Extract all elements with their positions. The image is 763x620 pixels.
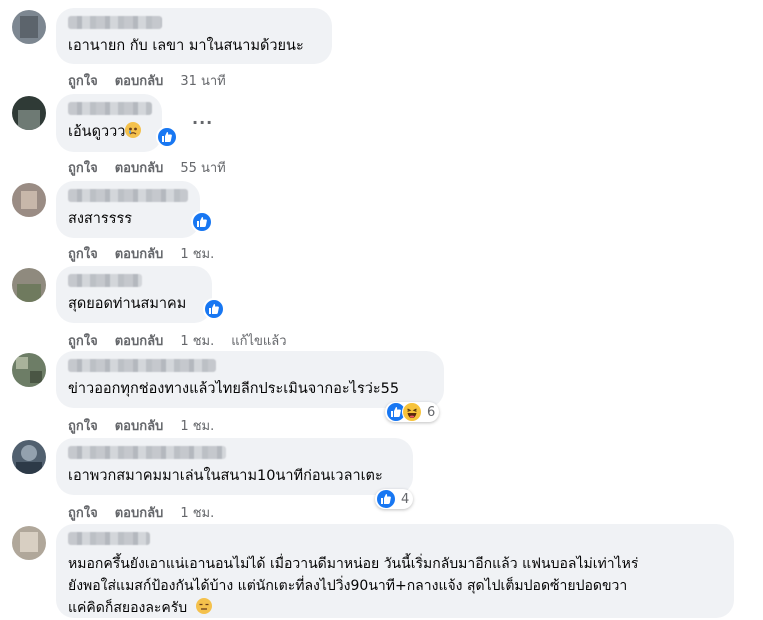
comment-actions: ถูกใจ ตอบกลับ 1 ชม. แก้ไขแล้ว xyxy=(68,330,287,351)
avatar[interactable] xyxy=(12,268,46,302)
comment-text: สงสารรรร xyxy=(68,211,133,227)
timestamp[interactable]: 1 ชม. xyxy=(180,330,214,351)
like-reaction-icon xyxy=(376,489,396,509)
comment-bubble: สุดยอดท่านสมาคม xyxy=(56,266,212,323)
comment-text: สุดยอดท่านสมาคม xyxy=(68,296,187,312)
avatar[interactable] xyxy=(12,183,46,217)
like-reaction-icon[interactable] xyxy=(203,298,225,320)
timestamp[interactable]: 1 ชม. xyxy=(180,502,214,523)
comment-line-2: ยังพอใส่แมสก์ป้องกันได้บ้าง แต่นักเตะที่… xyxy=(68,578,628,594)
more-options-button[interactable]: ··· xyxy=(192,113,213,132)
haha-reaction-icon xyxy=(402,402,422,422)
reply-button[interactable]: ตอบกลับ xyxy=(115,70,164,91)
comment-actions: ถูกใจ ตอบกลับ 1 ชม. xyxy=(68,243,214,264)
sad-face-icon xyxy=(125,122,142,138)
author-name[interactable] xyxy=(68,189,188,202)
reaction-summary[interactable]: 4 xyxy=(375,489,414,509)
comment-bubble: ข่าวออกทุกช่องทางแล้วไทยลีกประเมินจากอะไ… xyxy=(56,351,444,408)
comment-bubble: หมอกครึ้นยังเอาแน่เอานอนไม่ได้ เมื่อวานด… xyxy=(56,524,734,618)
like-button[interactable]: ถูกใจ xyxy=(68,330,98,351)
reply-button[interactable]: ตอบกลับ xyxy=(115,415,164,436)
author-name[interactable] xyxy=(68,446,226,459)
author-name[interactable] xyxy=(68,102,152,115)
edited-label: แก้ไขแล้ว xyxy=(231,334,287,349)
comment-bubble: เอาพวกสมาคมมาเล่นในสนาม10นาทีก่อนเวลาเตะ xyxy=(56,438,413,495)
like-button[interactable]: ถูกใจ xyxy=(68,415,98,436)
comment-line-1: หมอกครึ้นยังเอาแน่เอานอนไม่ได้ เมื่อวานด… xyxy=(68,556,639,572)
comment-actions: ถูกใจ ตอบกลับ 1 ชม. xyxy=(68,415,214,436)
like-button[interactable]: ถูกใจ xyxy=(68,502,98,523)
author-name[interactable] xyxy=(68,532,150,545)
reply-button[interactable]: ตอบกลับ xyxy=(115,502,164,523)
comment-actions: ถูกใจ ตอบกลับ 55 นาที xyxy=(68,157,226,178)
author-name[interactable] xyxy=(68,16,162,29)
reaction-count: 4 xyxy=(401,491,410,507)
like-reaction-icon[interactable] xyxy=(156,126,178,148)
expressionless-face-icon xyxy=(195,598,212,614)
comment-line-3: แค่คิดก็สยองละครับ xyxy=(68,598,722,618)
timestamp[interactable]: 1 ชม. xyxy=(180,243,214,264)
avatar[interactable] xyxy=(12,353,46,387)
like-button[interactable]: ถูกใจ xyxy=(68,70,98,91)
timestamp[interactable]: 1 ชม. xyxy=(180,415,214,436)
comment-line-3-text: แค่คิดก็สยองละครับ xyxy=(68,600,188,616)
like-button[interactable]: ถูกใจ xyxy=(68,157,98,178)
comment-text: ข่าวออกทุกช่องทางแล้วไทยลีกประเมินจากอะไ… xyxy=(68,381,400,397)
avatar[interactable] xyxy=(12,10,46,44)
comment-text: เอาพวกสมาคมมาเล่นในสนาม10นาทีก่อนเวลาเตะ xyxy=(68,468,383,484)
author-name[interactable] xyxy=(68,274,142,287)
avatar[interactable] xyxy=(12,526,46,560)
comment-text: เอานายก กับ เลขา มาในสนามด้วยนะ xyxy=(68,38,304,54)
avatar[interactable] xyxy=(12,440,46,474)
author-name[interactable] xyxy=(68,359,216,372)
reply-button[interactable]: ตอบกลับ xyxy=(115,157,164,178)
timestamp[interactable]: 55 นาที xyxy=(180,157,225,178)
reply-button[interactable]: ตอบกลับ xyxy=(115,330,164,351)
timestamp[interactable]: 31 นาที xyxy=(180,70,225,91)
comment-bubble: เอานายก กับ เลขา มาในสนามด้วยนะ xyxy=(56,8,332,64)
comment-actions: ถูกใจ ตอบกลับ 1 ชม. xyxy=(68,502,214,523)
comment-bubble: เอ้นดูววว xyxy=(56,94,162,152)
comment-text-content: เอ้นดูววว xyxy=(68,124,126,140)
avatar[interactable] xyxy=(12,96,46,130)
like-reaction-icon[interactable] xyxy=(191,211,213,233)
reaction-count: 6 xyxy=(427,404,436,420)
reaction-summary[interactable]: 6 xyxy=(385,402,440,422)
reply-button[interactable]: ตอบกลับ xyxy=(115,243,164,264)
comment-bubble: สงสารรรร xyxy=(56,181,200,238)
comment-actions: ถูกใจ ตอบกลับ 31 นาที xyxy=(68,70,226,91)
like-button[interactable]: ถูกใจ xyxy=(68,243,98,264)
comment-text: เอ้นดูววว xyxy=(68,122,150,142)
